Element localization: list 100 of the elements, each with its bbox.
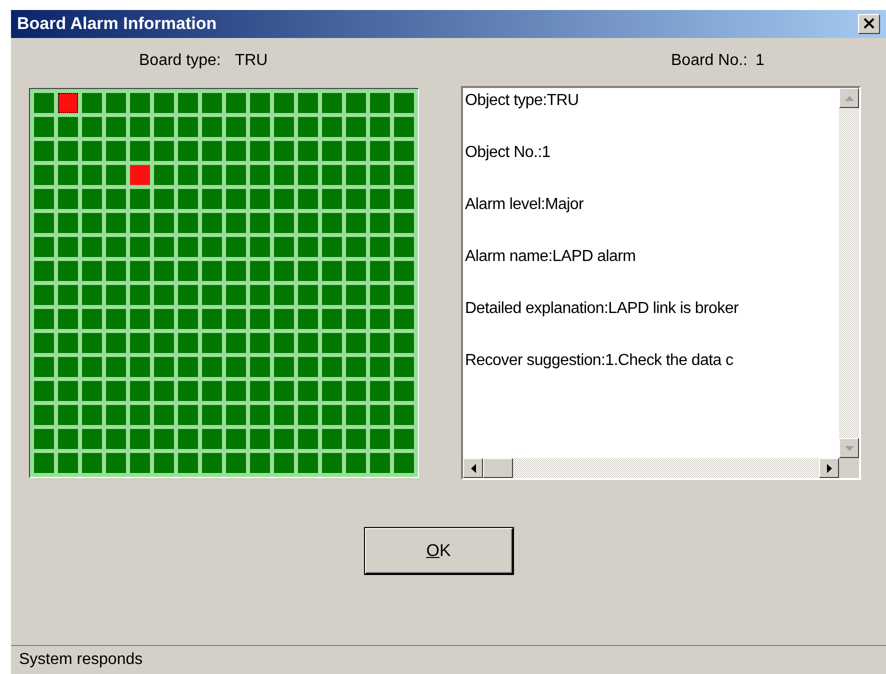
- board-cell[interactable]: [370, 213, 390, 233]
- board-cell[interactable]: [34, 213, 54, 233]
- board-cell[interactable]: [106, 405, 126, 425]
- board-cell[interactable]: [82, 285, 102, 305]
- scroll-thumb[interactable]: [483, 458, 513, 478]
- board-cell[interactable]: [322, 309, 342, 329]
- board-cell[interactable]: [346, 285, 366, 305]
- board-cell[interactable]: [274, 381, 294, 401]
- board-cell[interactable]: [106, 381, 126, 401]
- board-cell[interactable]: [322, 141, 342, 161]
- scroll-right-button[interactable]: [819, 458, 839, 478]
- board-cell[interactable]: [370, 357, 390, 377]
- board-cell[interactable]: [346, 453, 366, 473]
- board-cell[interactable]: [298, 429, 318, 449]
- board-cell[interactable]: [250, 141, 270, 161]
- board-cell[interactable]: [322, 381, 342, 401]
- board-cell[interactable]: [178, 189, 198, 209]
- board-cell[interactable]: [82, 261, 102, 281]
- board-cell[interactable]: [34, 285, 54, 305]
- board-cell[interactable]: [130, 93, 150, 113]
- board-cell[interactable]: [370, 141, 390, 161]
- board-cell[interactable]: [82, 189, 102, 209]
- board-cell[interactable]: [154, 453, 174, 473]
- board-cell[interactable]: [130, 285, 150, 305]
- board-cell[interactable]: [226, 261, 246, 281]
- board-cell[interactable]: [322, 453, 342, 473]
- board-cell[interactable]: [298, 357, 318, 377]
- board-cell[interactable]: [274, 405, 294, 425]
- ok-button[interactable]: OK: [364, 528, 512, 574]
- board-cell[interactable]: [106, 165, 126, 185]
- board-cell[interactable]: [274, 453, 294, 473]
- board-cell[interactable]: [82, 213, 102, 233]
- board-cell[interactable]: [274, 141, 294, 161]
- board-cell[interactable]: [82, 93, 102, 113]
- board-cell[interactable]: [298, 117, 318, 137]
- board-cell[interactable]: [82, 333, 102, 353]
- board-cell[interactable]: [274, 309, 294, 329]
- board-cell[interactable]: [274, 213, 294, 233]
- board-cell[interactable]: [178, 93, 198, 113]
- board-cell[interactable]: [34, 405, 54, 425]
- board-cell[interactable]: [298, 453, 318, 473]
- board-cell[interactable]: [226, 285, 246, 305]
- board-cell[interactable]: [226, 117, 246, 137]
- board-cell[interactable]: [322, 237, 342, 257]
- board-cell[interactable]: [394, 237, 414, 257]
- board-cell[interactable]: [178, 117, 198, 137]
- board-cell[interactable]: [106, 93, 126, 113]
- board-cell[interactable]: [394, 93, 414, 113]
- scroll-up-button[interactable]: [839, 88, 859, 108]
- board-cell[interactable]: [178, 381, 198, 401]
- board-cell[interactable]: [130, 381, 150, 401]
- board-cell[interactable]: [250, 429, 270, 449]
- board-cell[interactable]: [226, 93, 246, 113]
- board-cell[interactable]: [346, 165, 366, 185]
- board-cell[interactable]: [394, 357, 414, 377]
- board-cell[interactable]: [34, 453, 54, 473]
- board-cell[interactable]: [274, 189, 294, 209]
- board-cell[interactable]: [178, 285, 198, 305]
- board-cell[interactable]: [298, 333, 318, 353]
- board-cell[interactable]: [250, 237, 270, 257]
- board-cell[interactable]: [202, 93, 222, 113]
- board-cell[interactable]: [178, 261, 198, 281]
- board-cell[interactable]: [202, 117, 222, 137]
- board-cell[interactable]: [58, 453, 78, 473]
- board-cell[interactable]: [394, 117, 414, 137]
- board-cell[interactable]: [346, 357, 366, 377]
- board-cell[interactable]: [202, 357, 222, 377]
- board-cell[interactable]: [154, 141, 174, 161]
- board-cell[interactable]: [274, 429, 294, 449]
- board-cell[interactable]: [58, 357, 78, 377]
- board-cell[interactable]: [394, 141, 414, 161]
- board-cell[interactable]: [370, 429, 390, 449]
- board-cell[interactable]: [130, 189, 150, 209]
- board-cell[interactable]: [346, 93, 366, 113]
- board-cell[interactable]: [370, 381, 390, 401]
- board-cell[interactable]: [58, 117, 78, 137]
- board-cell[interactable]: [58, 213, 78, 233]
- board-cell[interactable]: [154, 381, 174, 401]
- board-cell[interactable]: [250, 453, 270, 473]
- board-cell[interactable]: [226, 213, 246, 233]
- board-cell[interactable]: [130, 213, 150, 233]
- board-cell[interactable]: [346, 405, 366, 425]
- board-cell[interactable]: [106, 309, 126, 329]
- board-cell[interactable]: [226, 453, 246, 473]
- board-cell[interactable]: [202, 189, 222, 209]
- board-cell[interactable]: [34, 261, 54, 281]
- board-cell[interactable]: [274, 165, 294, 185]
- board-cell[interactable]: [322, 357, 342, 377]
- board-cell[interactable]: [394, 213, 414, 233]
- board-cell[interactable]: [202, 285, 222, 305]
- board-cell[interactable]: [226, 141, 246, 161]
- board-cell[interactable]: [226, 333, 246, 353]
- board-cell[interactable]: [370, 261, 390, 281]
- board-cell[interactable]: [226, 381, 246, 401]
- board-cell[interactable]: [58, 309, 78, 329]
- board-cell[interactable]: [82, 309, 102, 329]
- board-cell[interactable]: [34, 117, 54, 137]
- board-cell[interactable]: [34, 165, 54, 185]
- board-cell[interactable]: [130, 429, 150, 449]
- board-cell[interactable]: [226, 189, 246, 209]
